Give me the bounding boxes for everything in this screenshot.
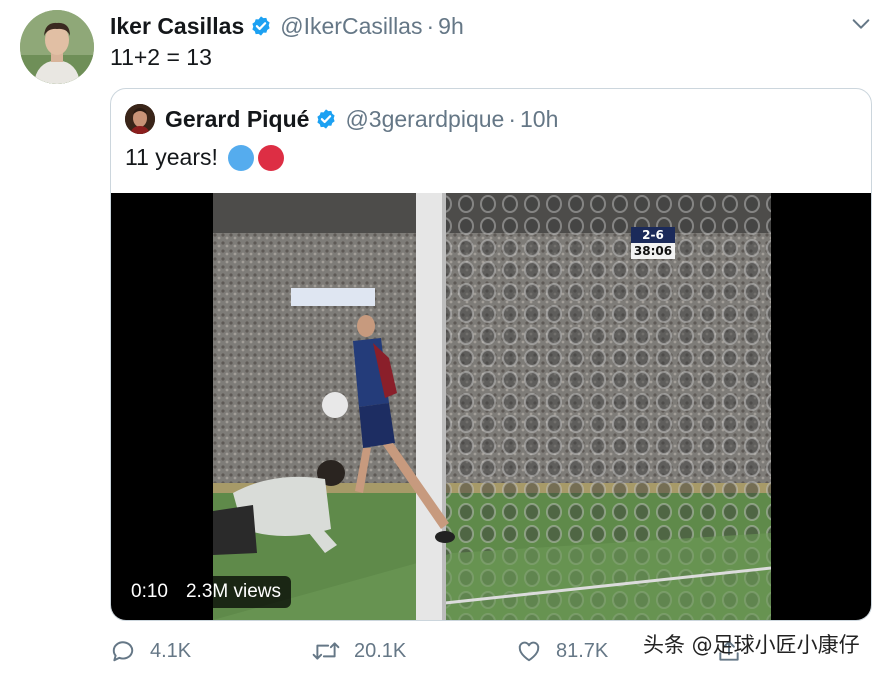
quoted-tweet-card[interactable]: Gerard Piqué @3gerardpique · 10h 11 year… xyxy=(110,88,872,621)
quoted-tweet-text: 11 years! xyxy=(125,144,218,170)
red-circle-emoji xyxy=(257,144,284,171)
quoted-author-handle[interactable]: @3gerardpique xyxy=(345,106,504,133)
separator-dot: · xyxy=(508,105,517,132)
verified-badge-icon xyxy=(252,16,270,36)
watermark: 头条 @足球小匠小康仔 xyxy=(643,633,860,657)
heart-icon xyxy=(518,641,540,662)
like-button[interactable]: 81.7K xyxy=(516,636,608,666)
tweet-header: Iker Casillas @IkerCasillas · 9h xyxy=(110,9,874,43)
verified-badge-icon xyxy=(317,109,336,129)
retweet-button[interactable]: 20.1K xyxy=(312,636,406,666)
video-duration: 0:10 xyxy=(131,581,168,602)
chevron-down-icon[interactable] xyxy=(850,13,872,35)
quoted-tweet-header: Gerard Piqué @3gerardpique · 10h xyxy=(125,103,558,135)
score-bug: 2-6 38:06 xyxy=(631,227,675,259)
author-avatar[interactable] xyxy=(20,10,94,84)
tweet-timestamp[interactable]: 9h xyxy=(438,13,464,40)
retweet-icon xyxy=(312,642,340,660)
match-clock: 38:06 xyxy=(631,243,675,259)
author-handle[interactable]: @IkerCasillas xyxy=(280,13,422,40)
retweet-count: 20.1K xyxy=(354,639,407,662)
video-frame: 2-6 38:06 xyxy=(213,193,771,620)
reply-count: 4.1K xyxy=(150,639,192,662)
video-info-overlay: 0:10 2.3M views xyxy=(121,576,292,608)
like-count: 81.7K xyxy=(556,639,609,662)
video-views: 2.3M views xyxy=(185,581,282,602)
quoted-tweet-text-row: 11 years! xyxy=(125,144,284,171)
match-score: 2-6 xyxy=(631,227,675,243)
blue-circle-emoji xyxy=(227,144,254,171)
quoted-tweet-timestamp[interactable]: 10h xyxy=(520,106,558,133)
reply-button[interactable]: 4.1K xyxy=(110,636,191,666)
quoted-author-name[interactable]: Gerard Piqué xyxy=(165,106,309,133)
video-player[interactable]: 2-6 38:06 0:10 2.3M views xyxy=(111,193,871,620)
author-name[interactable]: Iker Casillas xyxy=(110,13,244,40)
separator-dot: · xyxy=(426,12,435,39)
reply-icon xyxy=(112,641,134,662)
tweet-text: 11+2 = 13 xyxy=(110,44,212,70)
quoted-author-avatar[interactable] xyxy=(125,104,155,134)
